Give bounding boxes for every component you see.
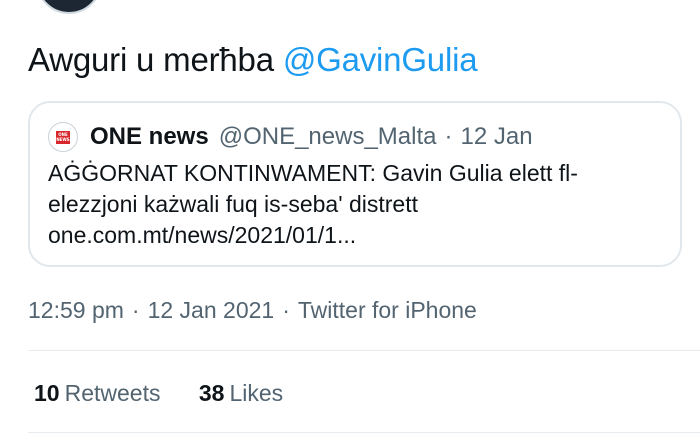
meta-separator: · (131, 297, 140, 323)
quoted-tweet-header: ONE NEWS ONE news @ONE_news_Malta · 12 J… (48, 120, 533, 154)
tweet-source[interactable]: Twitter for iPhone (298, 297, 477, 323)
divider (28, 432, 700, 433)
likes-stat[interactable]: 38 Likes (199, 380, 283, 406)
divider (28, 350, 700, 351)
logo-text-bottom: NEWS (56, 137, 70, 142)
quoted-tweet-body: AĠĠORNAT KONTINWAMENT: Gavin Gulia elett… (48, 158, 668, 251)
one-news-logo-icon[interactable]: ONE NEWS (48, 122, 78, 152)
quoted-tweet-line: elezzjoni każwali fuq is-seba' distrett (48, 191, 418, 217)
quoted-author-name[interactable]: ONE news (90, 123, 209, 151)
meta-separator: · (282, 297, 290, 323)
tweet-date[interactable]: 12 Jan 2021 (148, 297, 275, 323)
likes-label: Likes (229, 380, 284, 406)
quoted-author-handle[interactable]: @ONE_news_Malta (219, 123, 437, 151)
quoted-tweet-link[interactable]: one.com.mt/news/2021/01/1... (48, 220, 668, 251)
quoted-tweet-line: AĠĠORNAT KONTINWAMENT: Gavin Gulia elett… (48, 160, 578, 186)
tweet-text: Awguri u merħba @GavinGulia (28, 38, 478, 82)
retweets-stat[interactable]: 10 Retweets (34, 380, 160, 406)
mention-link[interactable]: @GavinGulia (283, 41, 478, 78)
tweet-text-body: Awguri u merħba (28, 41, 283, 78)
retweets-count: 10 (34, 380, 60, 406)
author-avatar[interactable] (36, 0, 102, 14)
retweets-label: Retweets (64, 380, 161, 406)
tweet-stats: 10 Retweets 38 Likes (34, 378, 315, 408)
tweet-meta: 12:59 pm · 12 Jan 2021 · Twitter for iPhone (28, 295, 477, 325)
tweet-time[interactable]: 12:59 pm (28, 297, 124, 323)
quoted-tweet-date[interactable]: 12 Jan (460, 123, 532, 151)
quoted-tweet-card[interactable]: ONE NEWS ONE news @ONE_news_Malta · 12 J… (28, 101, 682, 267)
likes-count: 38 (198, 380, 225, 406)
header-separator: · (444, 123, 453, 150)
